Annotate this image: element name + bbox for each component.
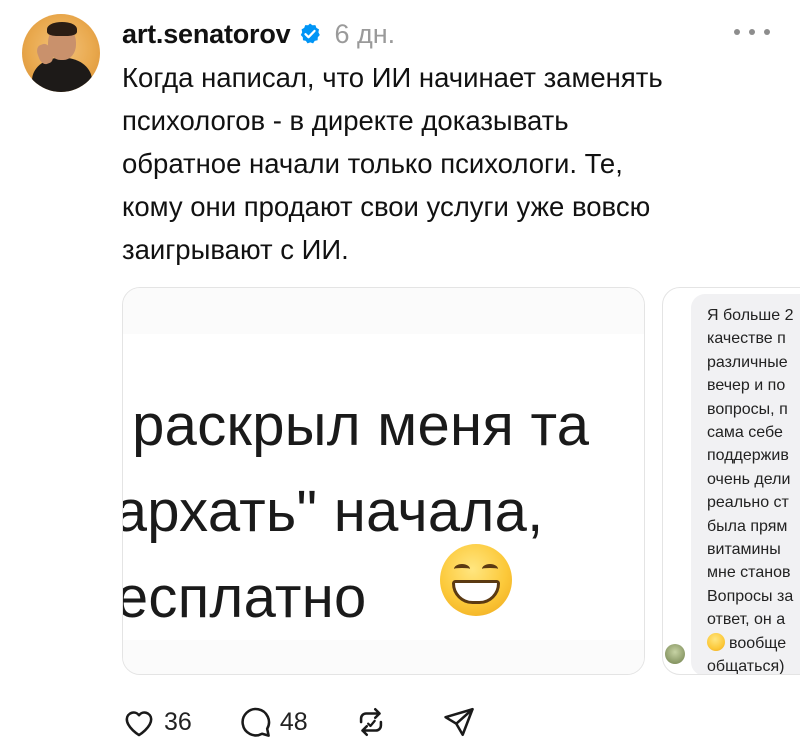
emoji-eye (454, 564, 470, 574)
chat-line: общаться) (707, 658, 785, 675)
chat-line: очень дели (707, 470, 791, 488)
chat-line: была прям (707, 517, 788, 535)
chat-line: мне станов (707, 564, 791, 582)
chat-line-text: вообще (729, 634, 787, 652)
chat-line: различные (707, 353, 788, 371)
post-header: art.senatorov 6 дн. (122, 16, 395, 52)
emoji-mouth (452, 580, 500, 604)
image-bg-top (123, 288, 644, 334)
dot (764, 29, 770, 35)
like-button[interactable]: 36 (122, 706, 192, 738)
share-button[interactable] (442, 705, 476, 739)
more-options-icon[interactable] (734, 20, 770, 44)
post-timestamp[interactable]: 6 дн. (334, 19, 395, 50)
chat-bubble: Я больше 2 качестве п различные вечер и … (691, 294, 800, 675)
media-image-1[interactable]: и раскрыл меня та пархать" начала, беспл… (122, 287, 645, 675)
grinning-face-emoji (440, 544, 512, 616)
chat-line: Я больше 2 (707, 307, 794, 324)
avatar-body (32, 58, 92, 92)
author-avatar[interactable] (22, 14, 100, 92)
comment-bubble-icon (241, 707, 271, 737)
post-actions: 36 48 (122, 700, 476, 744)
chat-line-with-emoji: вообще (707, 632, 800, 655)
post-text: Когда написал, что ИИ начинает заменять … (122, 62, 663, 265)
dot (734, 29, 740, 35)
comments-count: 48 (279, 707, 308, 736)
dot (749, 29, 755, 35)
chat-line: витамины (707, 541, 781, 559)
chat-line: реально ст (707, 494, 789, 512)
chat-line: качестве п (707, 330, 786, 348)
chat-line: ответ, он а (707, 611, 786, 629)
avatar-hair (47, 22, 77, 36)
chat-line: вечер и по (707, 377, 786, 395)
chat-avatar (665, 644, 685, 664)
repost-button[interactable] (354, 705, 388, 739)
repost-icon (359, 707, 382, 737)
chat-line: поддержив (707, 447, 789, 465)
verified-badge-icon (301, 23, 321, 44)
author-username[interactable]: art.senatorov (122, 19, 291, 50)
likes-count: 36 (164, 707, 192, 736)
emoji-eye (482, 564, 498, 574)
chat-line: вопросы, п (707, 400, 788, 418)
media-image-2[interactable]: Я больше 2 качестве п различные вечер и … (662, 287, 800, 675)
send-icon (443, 707, 474, 737)
chat-line: Вопросы за (707, 587, 794, 605)
image-1-text: и раскрыл меня та пархать" начала, беспл… (123, 393, 590, 630)
image-bg-bottom (123, 640, 644, 674)
comment-button[interactable]: 48 (238, 705, 308, 739)
chat-line: сама себе (707, 424, 783, 442)
heart-icon (125, 711, 153, 737)
grinning-face-emoji (707, 632, 725, 651)
